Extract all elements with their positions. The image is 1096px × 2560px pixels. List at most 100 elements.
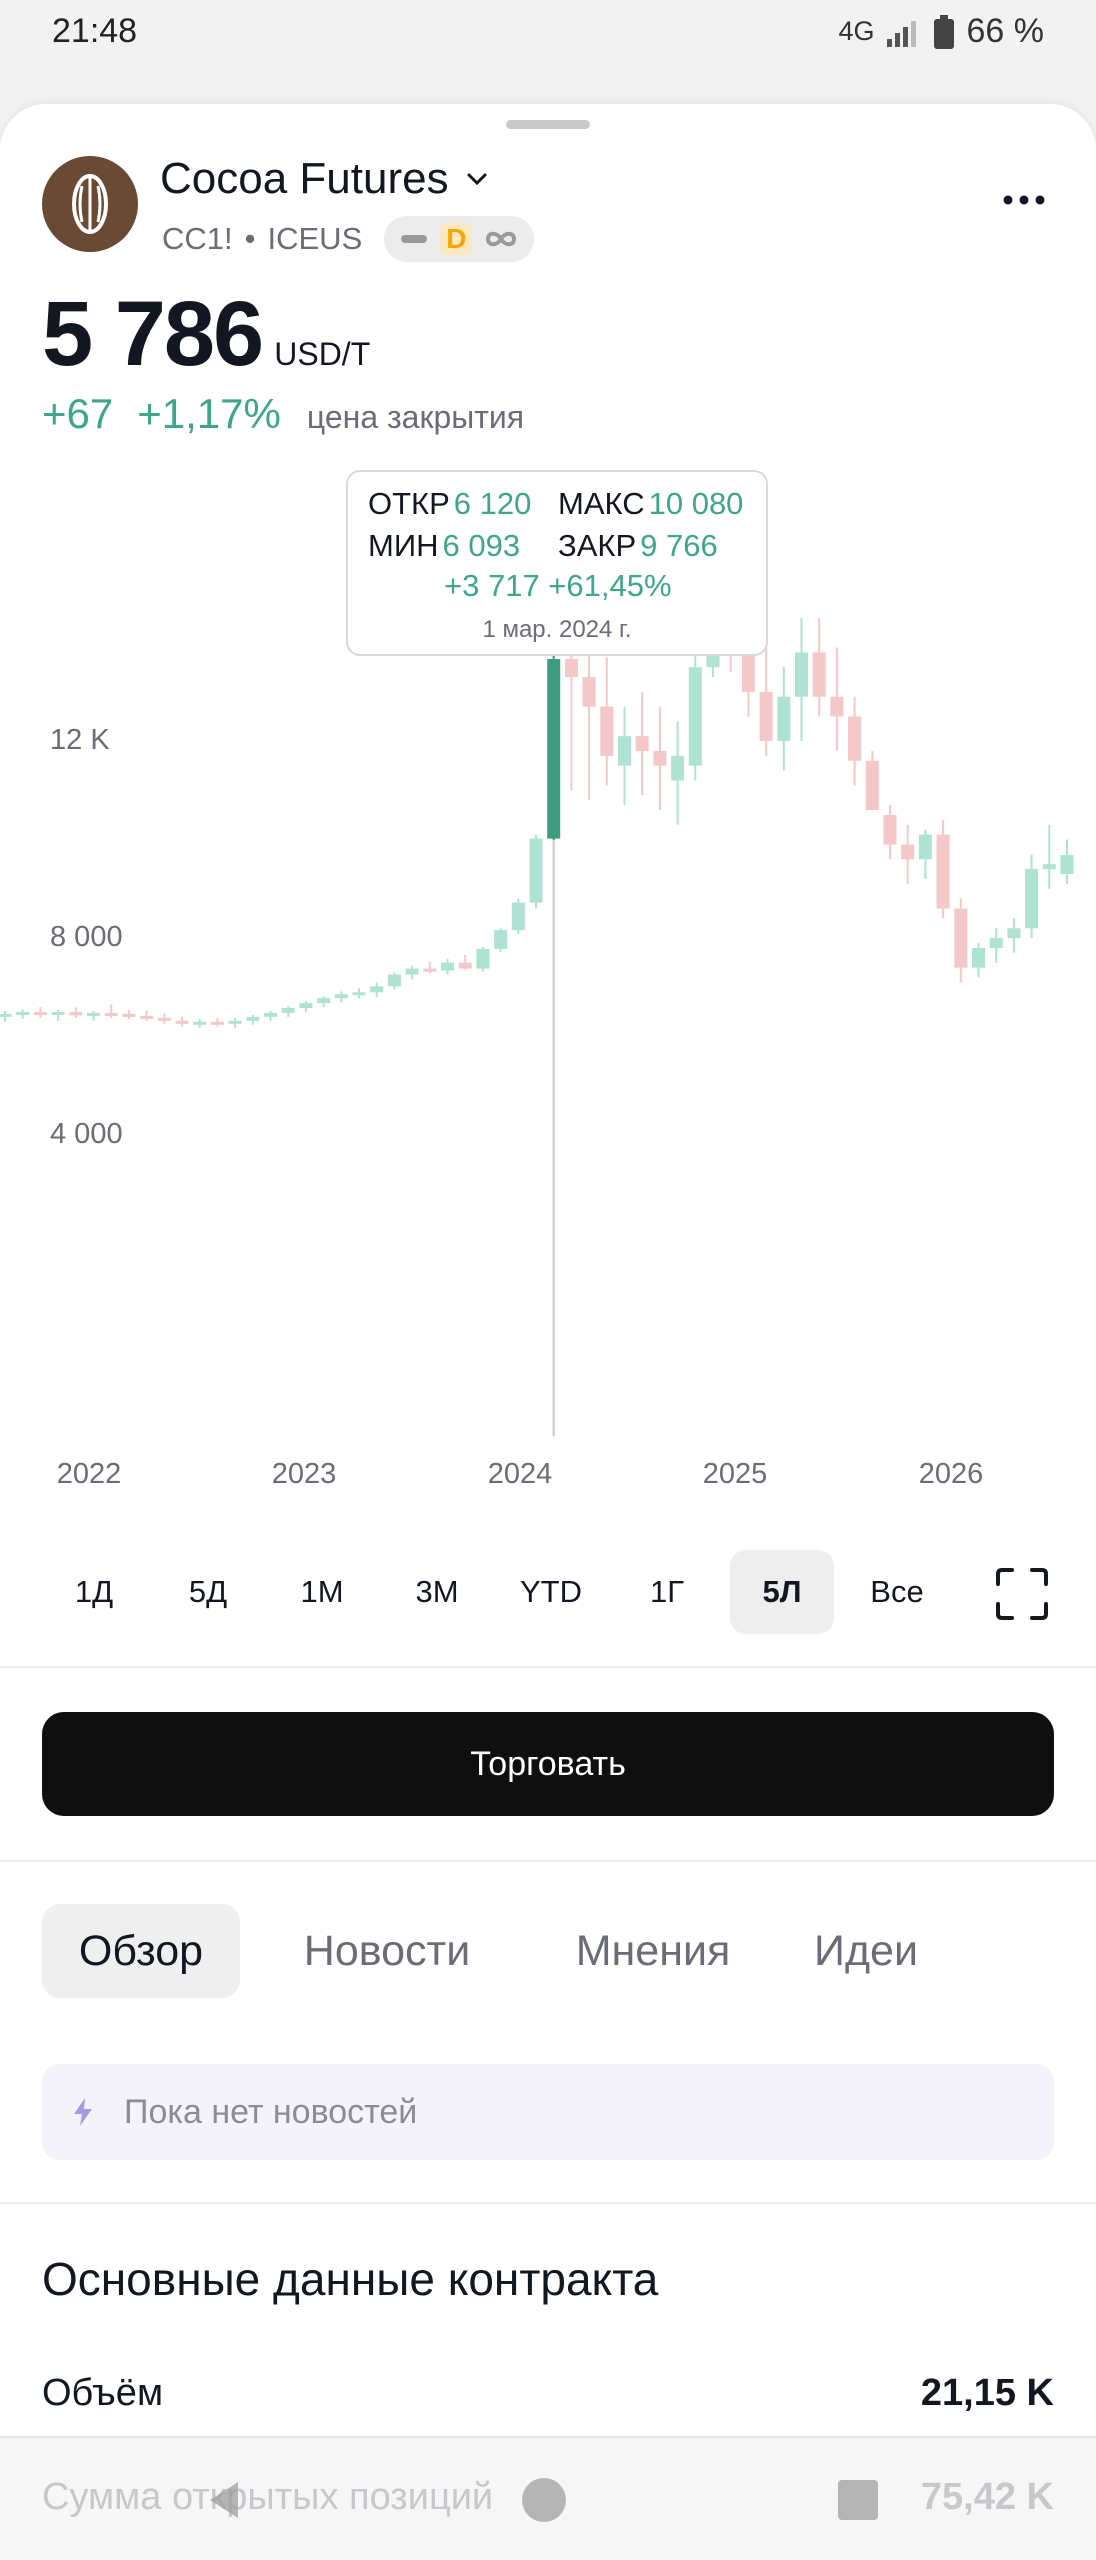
sheet-grabber[interactable]	[506, 120, 590, 129]
candle[interactable]	[901, 824, 915, 884]
nav-home-icon[interactable]	[518, 2474, 570, 2526]
candle-body	[370, 986, 384, 993]
tooltip-label: ОТКР	[368, 486, 450, 521]
candle[interactable]	[883, 805, 897, 860]
range-3m[interactable]: 3М	[399, 1550, 474, 1634]
candle[interactable]	[210, 1017, 224, 1027]
candle[interactable]	[0, 1010, 12, 1022]
tooltip-label: МИН	[368, 528, 439, 563]
candle[interactable]	[352, 988, 366, 999]
candle[interactable]	[387, 972, 401, 990]
candle[interactable]	[264, 1010, 277, 1021]
tab-news[interactable]: Новости	[240, 1904, 534, 1998]
candle-body	[582, 677, 596, 707]
chevron-down-icon	[467, 173, 487, 186]
candle[interactable]	[33, 1007, 47, 1018]
candle[interactable]	[936, 819, 950, 919]
candle-body	[600, 706, 614, 756]
range-1d[interactable]: 1Д	[59, 1550, 129, 1634]
candle[interactable]	[87, 1010, 100, 1021]
candle[interactable]	[281, 1006, 295, 1017]
candle[interactable]	[122, 1009, 136, 1019]
tooltip-low: МИН 6 093	[368, 528, 520, 564]
candle-body	[1025, 869, 1039, 929]
candle[interactable]	[51, 1009, 65, 1021]
tab-ideas[interactable]: Идеи	[772, 1904, 960, 1998]
candle[interactable]	[547, 643, 561, 840]
candle[interactable]	[370, 982, 384, 998]
volume-value: 21,15 K	[920, 2372, 1054, 2414]
candle[interactable]	[140, 1010, 154, 1021]
nav-recents-icon[interactable]	[836, 2478, 880, 2522]
range-5d[interactable]: 5Д	[173, 1550, 243, 1634]
more-menu-button[interactable]	[1000, 176, 1048, 224]
candle[interactable]	[795, 617, 808, 742]
candle-body	[653, 750, 667, 766]
candle[interactable]	[69, 1007, 83, 1018]
candle[interactable]	[865, 750, 879, 811]
candle[interactable]	[954, 898, 968, 983]
candle[interactable]	[918, 829, 932, 879]
candle[interactable]	[582, 637, 596, 801]
tab-opinions[interactable]: Мнения	[534, 1904, 772, 1998]
candle[interactable]	[1060, 839, 1074, 884]
candle-body	[175, 1020, 189, 1024]
range-1y[interactable]: 1Г	[634, 1550, 700, 1634]
candle[interactable]	[848, 696, 862, 786]
symbol-title-button[interactable]: Cocoa Futures	[160, 154, 491, 204]
symbol-title: Cocoa Futures	[160, 154, 449, 203]
x-tick-label: 2025	[702, 1458, 768, 1490]
candle[interactable]	[16, 1009, 30, 1019]
candle[interactable]	[777, 667, 791, 771]
change-block: +67 +1,17% цена закрытия	[42, 390, 524, 438]
candle[interactable]	[511, 898, 525, 935]
candle[interactable]	[334, 991, 348, 1003]
candle[interactable]	[972, 943, 985, 978]
candle[interactable]	[1007, 918, 1021, 953]
candle[interactable]	[529, 834, 543, 909]
candle[interactable]	[175, 1016, 189, 1027]
candle[interactable]	[635, 691, 649, 796]
candle[interactable]	[1042, 824, 1056, 889]
candle[interactable]	[228, 1017, 242, 1028]
divider	[0, 1666, 1096, 1668]
candle[interactable]	[317, 996, 331, 1008]
candle[interactable]	[600, 657, 614, 786]
candle[interactable]	[989, 928, 1003, 963]
candle-tooltip: ОТКР 6 120 МАКС 10 080 МИН 6 093 ЗАКР 9 …	[346, 470, 768, 656]
candle-body	[122, 1013, 136, 1017]
candle[interactable]	[830, 647, 844, 751]
candle[interactable]	[1025, 854, 1039, 939]
candle-body	[51, 1011, 65, 1015]
candle[interactable]	[688, 652, 702, 781]
tab-overview[interactable]: Обзор	[42, 1904, 240, 1998]
candle[interactable]	[618, 706, 631, 806]
candle[interactable]	[405, 965, 419, 980]
candle-body	[759, 691, 773, 742]
candle[interactable]	[671, 721, 685, 825]
candle[interactable]	[458, 954, 472, 970]
candle[interactable]	[246, 1014, 260, 1025]
data-badges[interactable]: D	[384, 216, 535, 262]
candlestick-chart[interactable]	[0, 580, 1096, 1480]
fullscreen-icon[interactable]	[994, 1566, 1050, 1622]
battery-icon	[933, 14, 954, 49]
range-5y[interactable]: 5Л	[730, 1550, 834, 1634]
candle[interactable]	[423, 961, 437, 974]
candle[interactable]	[104, 1004, 118, 1018]
price-chart[interactable]	[0, 580, 1096, 1480]
candle[interactable]	[441, 958, 454, 975]
candle[interactable]	[299, 1001, 313, 1012]
range-ytd[interactable]: YTD	[504, 1550, 598, 1634]
candle[interactable]	[193, 1018, 207, 1028]
nav-back-icon[interactable]	[200, 2476, 248, 2524]
candle[interactable]	[476, 946, 490, 972]
candle[interactable]	[494, 928, 508, 952]
candle[interactable]	[812, 617, 826, 717]
trade-button[interactable]: Торговать	[42, 1712, 1054, 1816]
candle[interactable]	[759, 642, 773, 756]
candle[interactable]	[653, 706, 667, 811]
range-all[interactable]: Все	[854, 1550, 939, 1634]
range-1m[interactable]: 1М	[284, 1550, 359, 1634]
candle[interactable]	[157, 1013, 171, 1024]
